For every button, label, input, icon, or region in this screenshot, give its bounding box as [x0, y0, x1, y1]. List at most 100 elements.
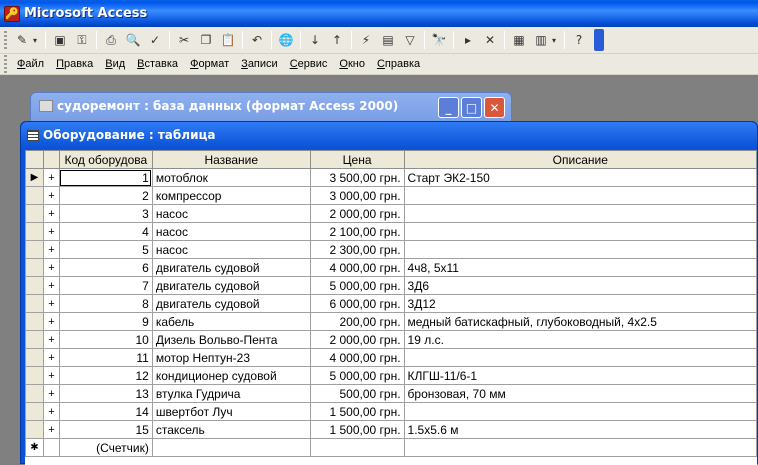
cell-price[interactable]: 4 000,00 грн. [309, 348, 405, 367]
expand-subdatasheet-icon[interactable]: + [42, 276, 60, 295]
cut-icon[interactable]: ✂ [174, 30, 194, 50]
cell-description[interactable]: 3Д6 [403, 276, 757, 295]
record-selector[interactable] [25, 204, 44, 223]
menu-edit[interactable]: Правка [50, 58, 99, 70]
cell-description[interactable]: 3Д12 [403, 294, 757, 313]
expand-subdatasheet-icon[interactable]: + [42, 222, 60, 241]
cell-name[interactable]: двигатель судовой [151, 294, 311, 313]
expand-subdatasheet-icon[interactable]: + [42, 348, 60, 367]
cell-name[interactable]: втулка Гудрича [151, 384, 311, 403]
close-button[interactable]: ✕ [484, 97, 505, 118]
cell-code[interactable]: 14 [58, 402, 153, 421]
database-window[interactable]: судоремонт : база данных (формат Access … [30, 92, 512, 122]
cell-description[interactable]: бронзовая, 70 мм [403, 384, 757, 403]
help-icon[interactable]: ? [569, 30, 589, 50]
record-selector[interactable] [25, 312, 44, 331]
toolbar-grip[interactable] [4, 31, 7, 49]
record-selector[interactable] [25, 258, 44, 277]
cell-code[interactable]: 15 [58, 420, 153, 439]
new-object-icon[interactable]: ▥ [531, 30, 551, 50]
cell-price[interactable]: 2 300,00 грн. [309, 240, 405, 259]
table-row[interactable]: +5 насос 2 300,00 грн. [25, 240, 757, 259]
sort-ascending-icon[interactable]: ↓ [305, 30, 325, 50]
cell-code[interactable]: 7 [58, 276, 153, 295]
expand-subdatasheet-icon[interactable]: + [42, 384, 60, 403]
column-header-code[interactable]: Код оборудова [58, 150, 153, 169]
cell-description[interactable]: медный батискафный, глубоководный, 4х2.5 [403, 312, 757, 331]
cell-name[interactable]: насос [151, 204, 311, 223]
cell-description[interactable]: 19 л.с. [403, 330, 757, 349]
current-record-selector[interactable]: ▶ [25, 168, 44, 187]
cell-code[interactable]: 2 [58, 186, 153, 205]
cell-name[interactable]: насос [151, 240, 311, 259]
new-record-icon[interactable]: ▸ [458, 30, 478, 50]
cell-code-placeholder[interactable]: (Счетчик) [58, 438, 153, 457]
record-selector[interactable] [25, 420, 44, 439]
cell-name[interactable]: стаксель [151, 420, 311, 439]
record-selector[interactable] [25, 348, 44, 367]
cell-name[interactable]: кондиционер судовой [151, 366, 311, 385]
menu-window[interactable]: Окно [333, 58, 371, 70]
cell-name[interactable]: мотоблок [151, 168, 311, 187]
expand-subdatasheet-icon[interactable]: + [42, 204, 60, 223]
sort-descending-icon[interactable]: ↑ [327, 30, 347, 50]
table-row[interactable]: +8 двигатель судовой 6 000,00 грн. 3Д12 [25, 294, 757, 313]
find-icon[interactable]: 🔭 [429, 30, 449, 50]
database-window-titlebar[interactable]: судоремонт : база данных (формат Access … [39, 99, 398, 113]
print-icon[interactable]: ⎙ [101, 30, 121, 50]
record-selector[interactable] [25, 402, 44, 421]
cell-name[interactable]: кабель [151, 312, 311, 331]
minimize-button[interactable]: _ [438, 97, 459, 118]
cell-code[interactable]: 6 [58, 258, 153, 277]
cell-description[interactable] [403, 186, 757, 205]
menu-insert[interactable]: Вставка [131, 58, 184, 70]
menu-file[interactable]: Файл [11, 58, 50, 70]
cell-description[interactable] [403, 438, 757, 457]
cell-description[interactable] [403, 204, 757, 223]
toolbar-options-icon[interactable] [594, 29, 604, 51]
cell-name[interactable]: двигатель судовой [151, 276, 311, 295]
cell-code[interactable]: 1 [58, 168, 153, 187]
cell-code[interactable]: 9 [58, 312, 153, 331]
column-header-name[interactable]: Название [151, 150, 311, 169]
expand-subdatasheet-icon[interactable]: + [42, 258, 60, 277]
cell-code[interactable]: 11 [58, 348, 153, 367]
table-row[interactable]: +9 кабель 200,00 грн. медный батискафный, г… [25, 312, 757, 331]
cell-code[interactable]: 8 [58, 294, 153, 313]
cell-description[interactable]: КЛГШ-11/6-1 [403, 366, 757, 385]
cell-price[interactable]: 4 000,00 грн. [309, 258, 405, 277]
record-selector[interactable] [25, 366, 44, 385]
column-header-description[interactable]: Описание [403, 150, 757, 169]
design-view-icon[interactable]: ✎ [12, 30, 32, 50]
expand-subdatasheet-icon[interactable]: + [42, 330, 60, 349]
cell-price[interactable]: 2 100,00 грн. [309, 222, 405, 241]
undo-icon[interactable]: ↶ [247, 30, 267, 50]
permissions-icon[interactable]: ⚿ [72, 30, 92, 50]
table-row[interactable]: +2 компрессор 3 000,00 грн. [25, 186, 757, 205]
table-row[interactable]: ▶ +1 мотоблок 3 500,00 грн. Старт ЭК2-150 [25, 168, 757, 187]
record-selector[interactable] [25, 186, 44, 205]
filter-by-selection-icon[interactable]: ⚡ [356, 30, 376, 50]
cell-price[interactable]: 200,00 грн. [309, 312, 405, 331]
cell-name[interactable]: мотор Нептун-23 [151, 348, 311, 367]
record-selector[interactable] [25, 384, 44, 403]
expand-subdatasheet-icon[interactable]: + [42, 420, 60, 439]
record-selector[interactable] [25, 222, 44, 241]
column-header-price[interactable]: Цена [309, 150, 405, 169]
expand-subdatasheet-icon[interactable]: + [42, 240, 60, 259]
expand-subdatasheet-icon[interactable]: + [42, 312, 60, 331]
delete-record-icon[interactable]: ✕ [480, 30, 500, 50]
cell-code[interactable]: 12 [58, 366, 153, 385]
cell-description[interactable] [403, 222, 757, 241]
cell-price[interactable]: 3 500,00 грн. [309, 168, 405, 187]
menu-records[interactable]: Записи [235, 58, 284, 70]
cell-price[interactable]: 6 000,00 грн. [309, 294, 405, 313]
expand-subdatasheet-icon[interactable]: + [42, 294, 60, 313]
cell-name[interactable]: двигатель судовой [151, 258, 311, 277]
cell-description[interactable] [403, 240, 757, 259]
new-record-row[interactable]: ✱ (Счетчик) [25, 438, 757, 457]
table-row[interactable]: +14 швертбот Луч 1 500,00 грн. [25, 402, 757, 421]
cell-price[interactable]: 500,00 грн. [309, 384, 405, 403]
database-window-icon[interactable]: ▦ [509, 30, 529, 50]
cell-price[interactable]: 2 000,00 грн. [309, 330, 405, 349]
